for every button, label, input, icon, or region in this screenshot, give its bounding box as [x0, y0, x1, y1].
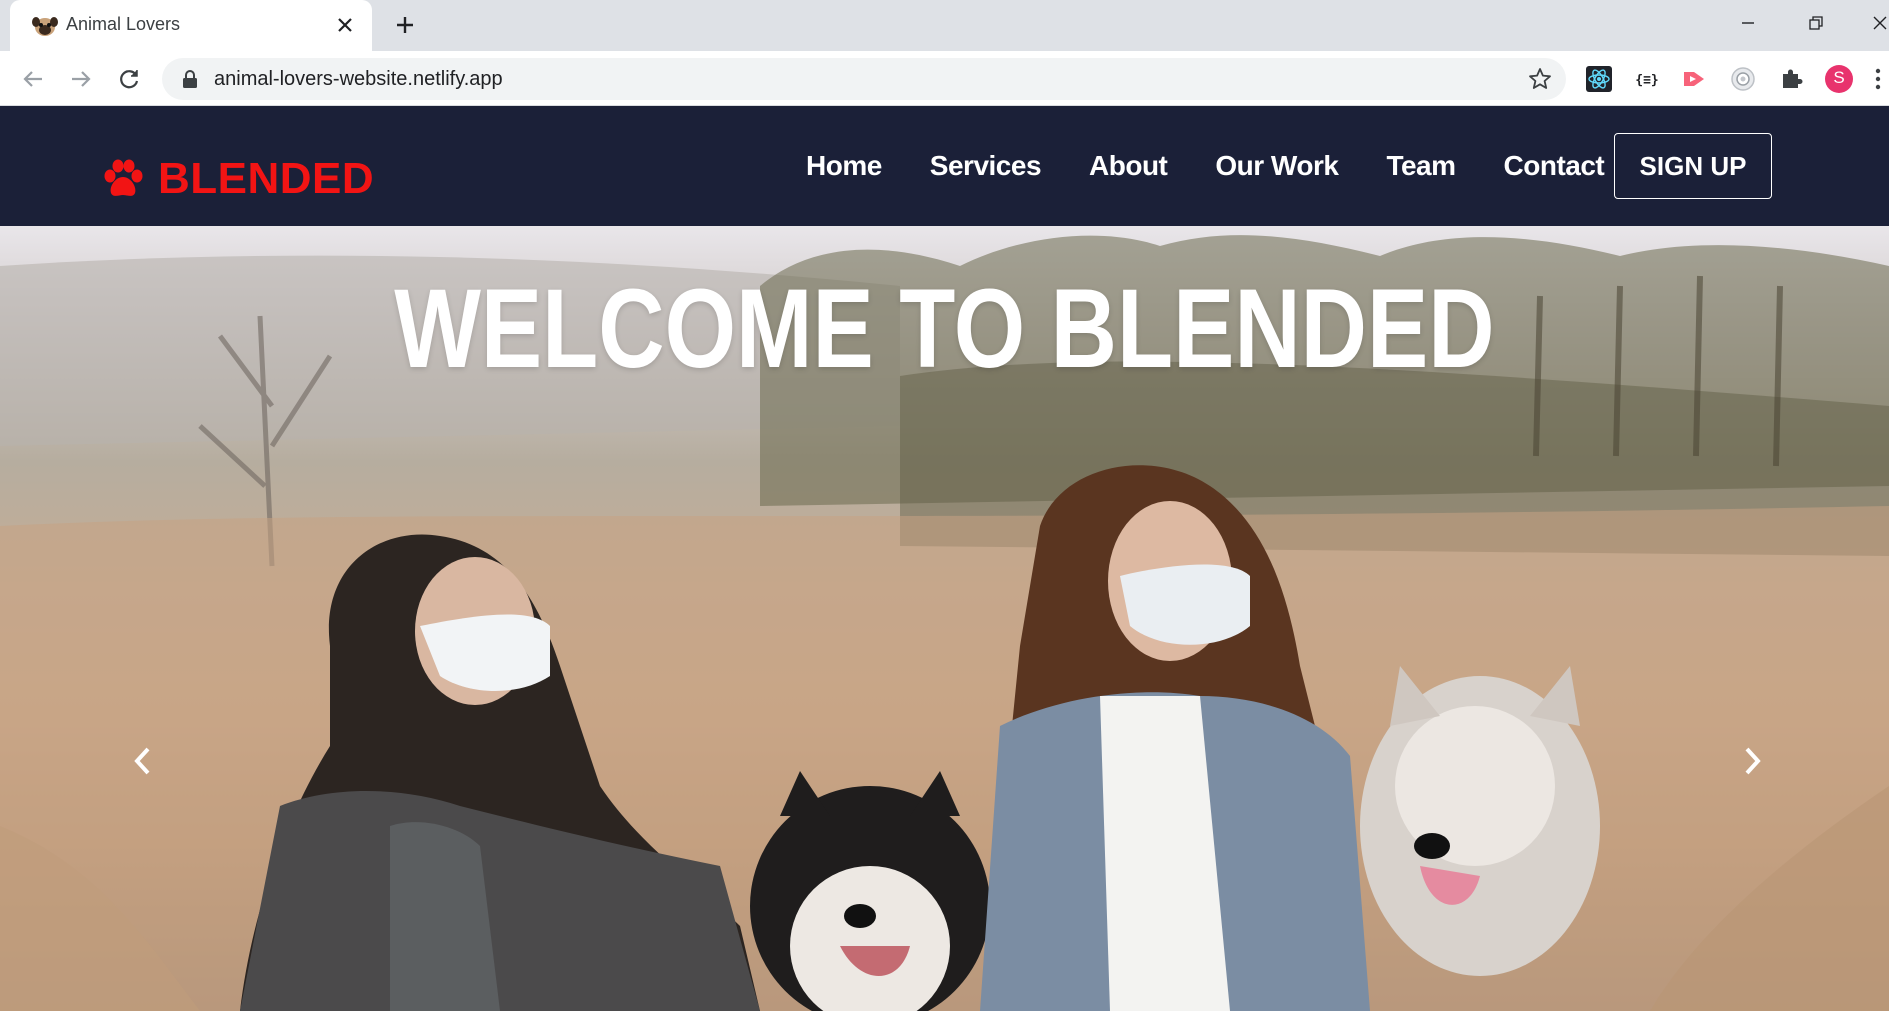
hero-title: WELCOME TO BLENDED: [394, 266, 1495, 391]
nav-link-home[interactable]: Home: [806, 150, 882, 182]
json-viewer-icon[interactable]: {≡}: [1632, 64, 1662, 94]
close-tab-icon[interactable]: [332, 12, 358, 38]
nav-menu: Home Services About Our Work Team Contac…: [806, 150, 1652, 182]
brand-name: BLENDED: [158, 154, 375, 203]
lock-icon: [182, 70, 198, 88]
arrow-extension-icon[interactable]: [1680, 64, 1710, 94]
react-devtools-icon[interactable]: [1584, 64, 1614, 94]
site-navbar: BLENDED Home Services About Our Work Tea…: [0, 106, 1889, 226]
forward-arrow-icon[interactable]: [64, 62, 98, 96]
signup-button[interactable]: SIGN UP: [1614, 133, 1772, 199]
pug-icon: [32, 13, 58, 39]
svg-text:{≡}: {≡}: [1635, 73, 1658, 88]
carousel-next-chevron-icon[interactable]: [1733, 736, 1773, 786]
back-arrow-icon[interactable]: [16, 62, 50, 96]
nav-link-about[interactable]: About: [1089, 150, 1168, 182]
restore-icon[interactable]: [1796, 8, 1836, 38]
nav-link-team[interactable]: Team: [1386, 150, 1456, 182]
browser-toolbar: animal-lovers-website.netlify.app {≡} S: [0, 51, 1889, 106]
brand-logo[interactable]: BLENDED: [102, 154, 374, 204]
hero-carousel: WELCOME TO BLENDED: [0, 226, 1889, 1011]
nav-link-services[interactable]: Services: [930, 150, 1042, 182]
nav-link-our-work[interactable]: Our Work: [1215, 150, 1339, 182]
profile-avatar[interactable]: S: [1824, 64, 1854, 94]
camera-extension-icon[interactable]: [1728, 64, 1758, 94]
browser-tab-strip: Animal Lovers: [0, 0, 1889, 51]
profile-initial: S: [1833, 68, 1845, 87]
puzzle-icon[interactable]: [1776, 64, 1806, 94]
kebab-menu-icon[interactable]: [1868, 64, 1888, 94]
address-bar[interactable]: animal-lovers-website.netlify.app: [162, 58, 1566, 100]
paw-icon: [102, 159, 144, 199]
website-page: BLENDED Home Services About Our Work Tea…: [0, 106, 1889, 1011]
minimize-icon[interactable]: [1728, 8, 1768, 38]
browser-tab-active[interactable]: Animal Lovers: [10, 0, 372, 51]
close-window-icon[interactable]: [1860, 8, 1889, 38]
new-tab-button[interactable]: [390, 10, 420, 40]
carousel-prev-chevron-icon[interactable]: [122, 736, 162, 786]
reload-icon[interactable]: [112, 62, 146, 96]
bookmark-star-icon[interactable]: [1528, 67, 1552, 91]
url-text[interactable]: animal-lovers-website.netlify.app: [214, 68, 503, 91]
nav-link-contact[interactable]: Contact: [1504, 150, 1605, 182]
tab-title: Animal Lovers: [66, 14, 181, 34]
